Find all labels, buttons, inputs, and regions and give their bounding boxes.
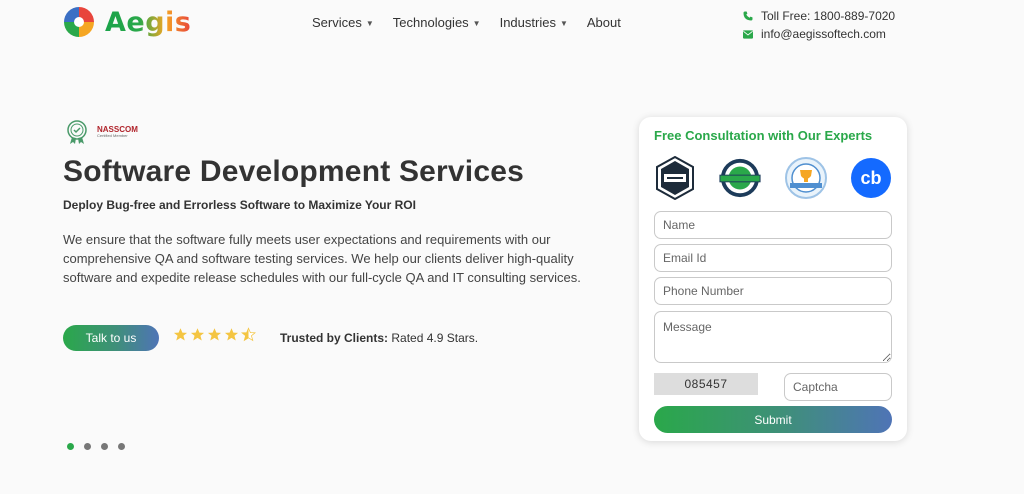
phone-field[interactable] (654, 277, 892, 305)
captcha-field[interactable] (784, 373, 892, 401)
carousel-dot[interactable] (67, 443, 74, 450)
contact-info: Toll Free: 1800-889-7020 info@aegissofte… (743, 7, 895, 43)
main-nav: Services ▼ Technologies ▼ Industries ▼ A… (312, 15, 621, 30)
nasscom-seal-icon (67, 120, 87, 144)
star-icon (224, 328, 239, 341)
carousel-dot[interactable] (101, 443, 108, 450)
star-icon (190, 328, 205, 341)
star-icon (173, 328, 188, 341)
chevron-down-icon: ▼ (559, 19, 568, 28)
form-title: Free Consultation with Our Experts (654, 128, 873, 143)
email-address: info@aegissoftech.com (761, 27, 886, 41)
trusted-rating: Trusted by Clients: Rated 4.9 Stars. (280, 331, 478, 345)
hero-description: We ensure that the software fully meets … (63, 232, 581, 285)
message-field[interactable] (654, 311, 892, 363)
rating-stars (173, 327, 256, 342)
trusted-value: Rated 4.9 Stars. (391, 331, 479, 345)
page-title: Software Development Services (63, 155, 524, 188)
submit-button[interactable]: Submit (654, 406, 892, 433)
nasscom-badge-subtitle: Certified Member (97, 133, 128, 138)
carousel-dots (67, 443, 125, 450)
email-field[interactable] (654, 244, 892, 272)
chevron-down-icon: ▼ (472, 19, 481, 28)
nav-services[interactable]: Services ▼ (312, 15, 374, 30)
hero-subtitle: Deploy Bug-free and Errorless Software t… (63, 198, 416, 212)
talk-to-us-button[interactable]: Talk to us (63, 325, 159, 351)
carousel-dot[interactable] (118, 443, 125, 450)
email-link[interactable]: info@aegissoftech.com (743, 25, 895, 43)
carousel-dot[interactable] (84, 443, 91, 450)
trusted-label: Trusted by Clients: (280, 331, 389, 345)
nav-services-label: Services (312, 15, 362, 30)
svg-text:cb: cb (860, 168, 881, 188)
award-badges: cb (653, 156, 893, 200)
aegis-logo-icon (64, 7, 94, 37)
nav-technologies[interactable]: Technologies ▼ (393, 15, 481, 30)
goodfirms-badge-icon (718, 156, 762, 200)
phone-link[interactable]: Toll Free: 1800-889-7020 (743, 7, 895, 25)
site-header: Aegis Services ▼ Technologies ▼ Industri… (0, 0, 1024, 46)
star-half-icon (241, 327, 256, 342)
phone-icon (743, 11, 753, 21)
clutch-badge-icon (653, 156, 697, 200)
nav-about-label: About (586, 15, 621, 30)
awards-badge-icon (784, 156, 828, 200)
nasscom-badge: NASSCOM Certified Member (63, 118, 138, 146)
name-field[interactable] (654, 211, 892, 239)
nav-technologies-label: Technologies (392, 15, 469, 30)
phone-number: Toll Free: 1800-889-7020 (761, 9, 896, 23)
brand-logo[interactable]: Aegis (63, 6, 191, 38)
brand-name: Aegis (105, 6, 192, 38)
nav-industries[interactable]: Industries ▼ (500, 15, 568, 30)
crunchbase-badge-icon: cb (849, 156, 893, 200)
consultation-form: Free Consultation with Our Experts cb Na… (639, 117, 907, 441)
star-icon (207, 328, 222, 341)
mail-icon (743, 29, 753, 39)
nav-about[interactable]: About (587, 15, 621, 30)
captcha-code: 085457 (654, 373, 758, 395)
chevron-down-icon: ▼ (365, 19, 374, 28)
nav-industries-label: Industries (499, 15, 556, 30)
